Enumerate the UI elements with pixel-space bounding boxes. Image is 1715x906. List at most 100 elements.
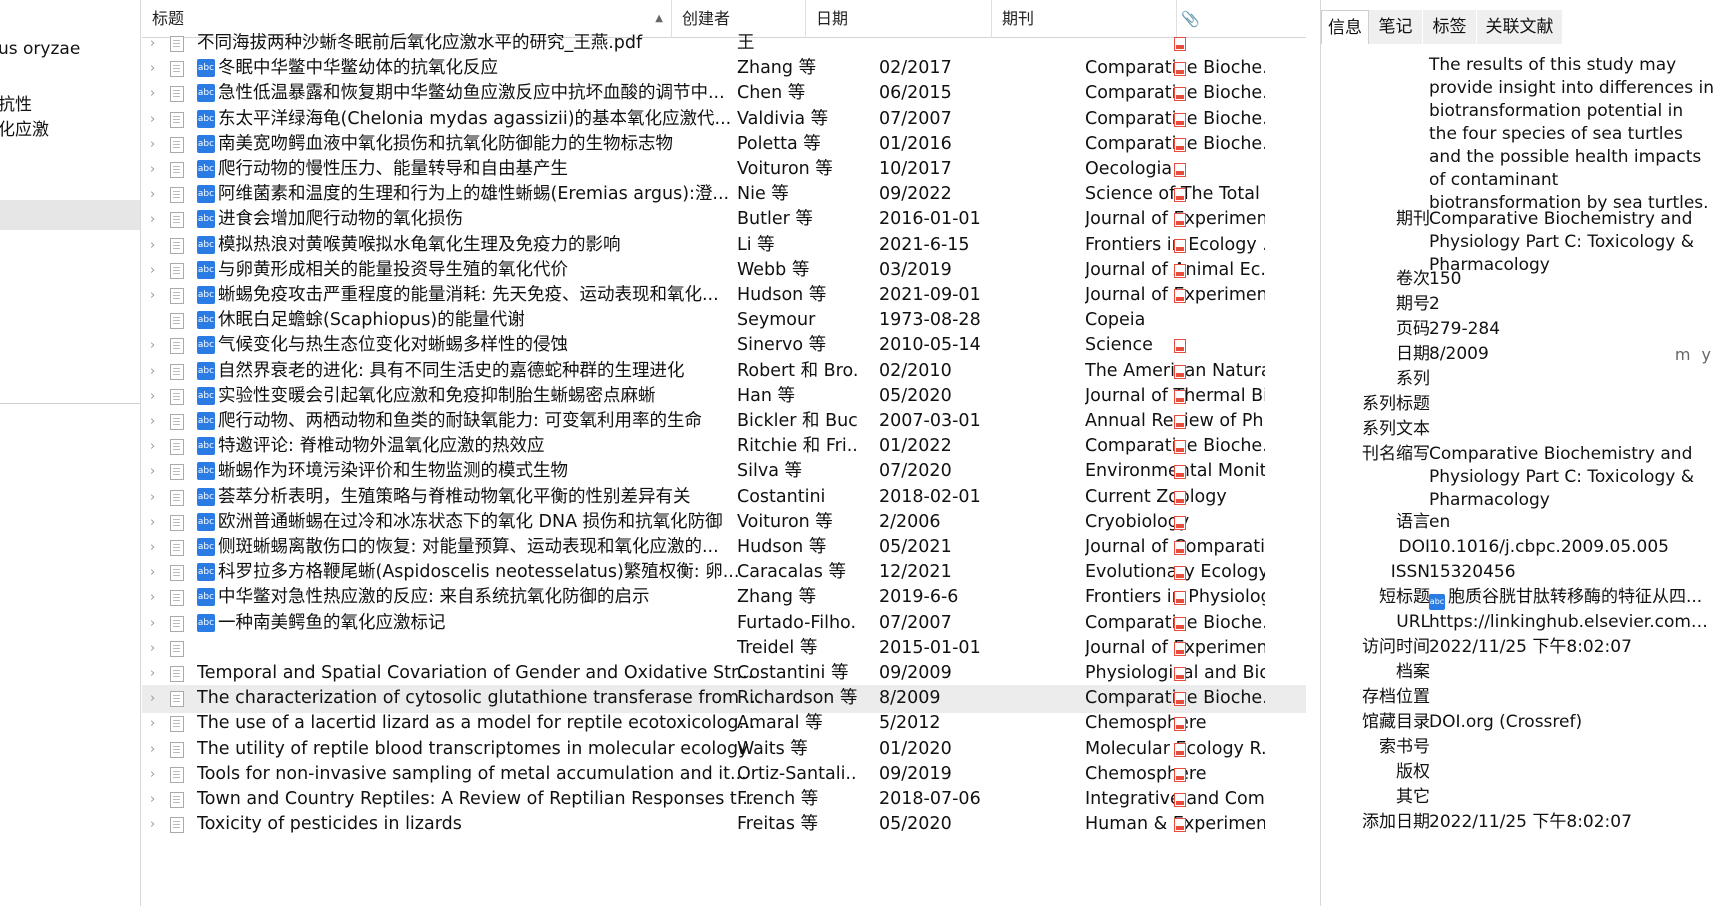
pdf-attachment-icon[interactable] bbox=[1174, 742, 1186, 757]
table-row[interactable]: › abc 急性低温暴露和恢复期中华鳖幼鱼应激反应中抗坏血酸的调节中... Chen … bbox=[142, 80, 1306, 108]
table-row[interactable]: › abc 中华鳖对急性热应激的反应: 来自系统抗氧化防御的启示 Zhang 等 201… bbox=[142, 584, 1306, 612]
field-value[interactable]: abc 胞质谷胱甘肽转移酶的特征从四... bbox=[1429, 586, 1709, 610]
pdf-attachment-icon[interactable] bbox=[1174, 339, 1186, 354]
table-row[interactable]: › Treidel 等 2015-01-01 Journal of Experimen… bbox=[142, 635, 1306, 663]
collection-item[interactable]: 化应激 bbox=[0, 117, 140, 143]
expand-twisty-icon[interactable]: › bbox=[150, 408, 164, 436]
field-value[interactable]: https://linkinghub.elsevier.com/r... bbox=[1429, 611, 1709, 634]
field-value[interactable]: Comparative Biochemistry and Physiology … bbox=[1429, 208, 1709, 277]
pdf-attachment-icon[interactable] bbox=[1174, 767, 1186, 782]
expand-twisty-icon[interactable]: › bbox=[150, 509, 164, 537]
pdf-attachment-icon[interactable] bbox=[1174, 793, 1186, 807]
table-row[interactable]: › 不同海拔两种沙蜥冬眠前后氧化应激水平的研究_王燕.pdf 王 bbox=[142, 30, 1306, 58]
pdf-attachment-icon[interactable] bbox=[1174, 465, 1186, 480]
selected-collection[interactable] bbox=[0, 200, 140, 230]
collection-item[interactable]: 抗性 bbox=[0, 92, 140, 118]
expand-twisty-icon[interactable]: › bbox=[150, 206, 164, 234]
pdf-attachment-icon[interactable] bbox=[1174, 137, 1186, 152]
table-row[interactable]: › abc 气候变化与热生态位变化对蜥蜴多样性的侵蚀 Sinervo 等 2010-05… bbox=[142, 332, 1306, 360]
expand-twisty-icon[interactable]: › bbox=[150, 156, 164, 184]
expand-twisty-icon[interactable]: › bbox=[150, 358, 164, 386]
expand-twisty-icon[interactable]: › bbox=[150, 282, 164, 310]
table-row[interactable]: › abc 实验性变暖会引起氧化应激和免疫抑制胎生蜥蜴密点麻蜥 Han 等 05/202… bbox=[142, 383, 1306, 411]
pdf-attachment-icon[interactable] bbox=[1174, 289, 1186, 303]
expand-twisty-icon[interactable]: › bbox=[150, 786, 164, 814]
table-row[interactable]: › abc 冬眠中华鳖中华鳖幼体的抗氧化反应 Zhang 等 02/2017 Compar… bbox=[142, 55, 1306, 83]
expand-twisty-icon[interactable]: › bbox=[150, 433, 164, 461]
tab-info[interactable]: 信息 bbox=[1321, 10, 1369, 44]
table-row[interactable]: › abc 蜥蜴作为环境污染评价和生物监测的模式生物 Silva 等 07/2020 En… bbox=[142, 458, 1306, 486]
pdf-attachment-icon[interactable] bbox=[1174, 440, 1186, 455]
pdf-attachment-icon[interactable] bbox=[1174, 62, 1186, 77]
table-row[interactable]: › abc 一种南美鳄鱼的氧化应激标记 Furtado-Filho... 07/2007… bbox=[142, 610, 1306, 638]
expand-twisty-icon[interactable]: › bbox=[150, 181, 164, 209]
expand-twisty-icon[interactable]: › bbox=[150, 736, 164, 764]
pdf-attachment-icon[interactable] bbox=[1174, 667, 1186, 681]
table-row[interactable]: › abc 荟萃分析表明，生殖策略与脊椎动物氧化平衡的性别差异有关 Costantin… bbox=[142, 484, 1306, 512]
field-value[interactable]: 2022/11/25 下午8:02:07 bbox=[1429, 811, 1709, 834]
abstract-text[interactable]: The results of this study may provide in… bbox=[1429, 54, 1715, 215]
pdf-attachment-icon[interactable] bbox=[1174, 37, 1186, 51]
expand-twisty-icon[interactable]: › bbox=[150, 660, 164, 688]
pdf-attachment-icon[interactable] bbox=[1174, 263, 1186, 278]
table-row[interactable]: › abc 爬行动物的慢性压力、能量转导和自由基产生 Voituron 等 10/201… bbox=[142, 156, 1306, 184]
pdf-attachment-icon[interactable] bbox=[1174, 364, 1186, 379]
pdf-attachment-icon[interactable] bbox=[1174, 188, 1186, 203]
table-row[interactable]: › abc 爬行动物、两栖动物和鱼类的耐缺氧能力: 可变氧利用率的生命 Bickler… bbox=[142, 408, 1306, 436]
table-row[interactable]: › abc 侧斑蜥蜴离散伤口的恢复: 对能量预算、运动表现和氧化应激的... Huds… bbox=[142, 534, 1306, 562]
pdf-attachment-icon[interactable] bbox=[1174, 389, 1186, 404]
expand-twisty-icon[interactable]: › bbox=[150, 610, 164, 638]
expand-twisty-icon[interactable]: › bbox=[150, 30, 164, 58]
pdf-attachment-icon[interactable] bbox=[1174, 692, 1186, 707]
table-row[interactable]: › abc 自然界衰老的进化: 具有不同生活史的嘉德蛇种群的生理进化 Robert 和… bbox=[142, 358, 1306, 386]
pdf-attachment-icon[interactable] bbox=[1174, 87, 1186, 102]
expand-twisty-icon[interactable]: › bbox=[150, 106, 164, 134]
table-row[interactable]: › abc 阿维菌素和温度的生理和行为上的雄性蜥蜴(Eremias argus):澄… bbox=[142, 181, 1306, 209]
expand-twisty-icon[interactable]: › bbox=[150, 811, 164, 839]
expand-twisty-icon[interactable]: › bbox=[150, 534, 164, 562]
pdf-attachment-icon[interactable] bbox=[1174, 641, 1186, 656]
field-value[interactable]: 15320456 bbox=[1429, 561, 1709, 584]
collection-item[interactable]: us oryzae bbox=[0, 36, 140, 62]
pdf-attachment-icon[interactable] bbox=[1174, 591, 1186, 606]
tab-notes[interactable]: 笔记 bbox=[1369, 10, 1423, 44]
table-row[interactable]: › Town and Country Reptiles: A Review of … bbox=[142, 786, 1306, 814]
table-row[interactable]: › abc 蜥蜴免疫攻击严重程度的能量消耗: 先天免疫、运动表现和氧化... Huds… bbox=[142, 282, 1306, 310]
expand-twisty-icon[interactable]: › bbox=[150, 559, 164, 587]
field-value[interactable]: 8/2009 bbox=[1429, 343, 1709, 366]
table-row[interactable]: › Tools for non-invasive sampling of meta… bbox=[142, 761, 1306, 789]
table-row[interactable]: › abc 南美宽吻鳄血液中氧化损伤和抗氧化防御能力的生物标志物 Poletta 等 0… bbox=[142, 131, 1306, 159]
table-row[interactable]: › abc 模拟热浪对黄喉黄喉拟水龟氧化生理及免疫力的影响 Li 等 2021-6-15… bbox=[142, 232, 1306, 260]
field-value[interactable]: DOI.org (Crossref) bbox=[1429, 711, 1709, 734]
table-row[interactable]: › The characterization of cytosolic gluta… bbox=[142, 685, 1306, 713]
pdf-attachment-icon[interactable] bbox=[1174, 818, 1186, 833]
table-row[interactable]: abc 休眠白足蟾蜍(Scaphiopus)的能量代谢 Seymour 1973-08… bbox=[142, 307, 1306, 335]
table-row[interactable]: › abc 科罗拉多方格鞭尾蜥(Aspidoscelis neotesselatus… bbox=[142, 559, 1306, 587]
pdf-attachment-icon[interactable] bbox=[1174, 490, 1186, 505]
pdf-attachment-icon[interactable] bbox=[1174, 616, 1186, 631]
expand-twisty-icon[interactable]: › bbox=[150, 584, 164, 612]
field-value[interactable]: 279-284 bbox=[1429, 318, 1709, 341]
pdf-attachment-icon[interactable] bbox=[1174, 515, 1186, 530]
field-value[interactable]: 2022/11/25 下午8:02:07 bbox=[1429, 636, 1709, 659]
field-value[interactable]: en bbox=[1429, 511, 1709, 534]
pdf-attachment-icon[interactable] bbox=[1174, 717, 1186, 732]
pdf-attachment-icon[interactable] bbox=[1174, 213, 1186, 228]
table-row[interactable]: › abc 东太平洋绿海龟(Chelonia mydas agassizii)的基本… bbox=[142, 106, 1306, 134]
expand-twisty-icon[interactable]: › bbox=[150, 332, 164, 360]
table-row[interactable]: › abc 欧洲普通蜥蜴在过冷和冰冻状态下的氧化 DNA 损伤和抗氧化防御 Voitu… bbox=[142, 509, 1306, 537]
expand-twisty-icon[interactable]: › bbox=[150, 131, 164, 159]
tab-related[interactable]: 关联文献 bbox=[1477, 10, 1563, 44]
expand-twisty-icon[interactable]: › bbox=[150, 685, 164, 713]
table-row[interactable]: › abc 特邀评论: 脊椎动物外温氧化应激的热效应 Ritchie 和 Fri...… bbox=[142, 433, 1306, 461]
expand-twisty-icon[interactable]: › bbox=[150, 710, 164, 738]
expand-twisty-icon[interactable]: › bbox=[150, 55, 164, 83]
expand-twisty-icon[interactable]: › bbox=[150, 484, 164, 512]
expand-twisty-icon[interactable]: › bbox=[150, 383, 164, 411]
expand-twisty-icon[interactable]: › bbox=[150, 761, 164, 789]
pdf-attachment-icon[interactable] bbox=[1174, 415, 1186, 429]
table-row[interactable]: › abc 与卵黄形成相关的能量投资导生殖的氧化代价 Webb 等 03/2019 Jou… bbox=[142, 257, 1306, 285]
expand-twisty-icon[interactable]: › bbox=[150, 257, 164, 285]
table-row[interactable]: › The utility of reptile blood transcript… bbox=[142, 736, 1306, 764]
pdf-attachment-icon[interactable] bbox=[1174, 238, 1186, 253]
